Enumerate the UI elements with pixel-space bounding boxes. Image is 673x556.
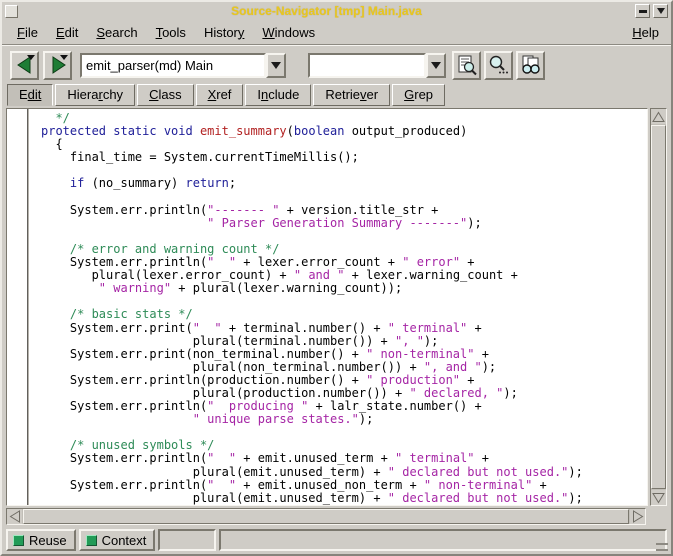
horizontal-scrollbar[interactable] — [6, 508, 646, 525]
triangle-down-icon — [652, 492, 665, 504]
menu-search[interactable]: Search — [87, 22, 146, 43]
menu-windows[interactable]: Windows — [253, 22, 324, 43]
symbol-combobox-dropdown[interactable] — [266, 53, 286, 78]
tab-class[interactable]: Class — [137, 84, 194, 106]
status-bar: Reuse Context — [2, 526, 671, 554]
context-checkbox-indicator — [86, 535, 97, 546]
app-window: Source-Navigator [tmp] Main.java FileEdi… — [0, 0, 673, 556]
code-line: if (no_summary) return; — [41, 177, 647, 190]
minimize-icon — [639, 10, 647, 13]
triangle-down-icon — [657, 8, 665, 14]
history-forward-button[interactable] — [43, 51, 72, 80]
search-combobox — [308, 53, 446, 78]
editor-left-margin — [7, 109, 29, 505]
tab-edit[interactable]: Edit — [7, 84, 53, 106]
tab-include[interactable]: Include — [245, 84, 311, 106]
code-line: plural(emit.unused_term) + " declared bu… — [41, 492, 647, 505]
tab-hierarchy[interactable]: Hierarchy — [55, 84, 135, 106]
horizontal-scrollbar-row — [6, 508, 667, 525]
title-bar[interactable]: Source-Navigator [tmp] Main.java — [2, 2, 671, 20]
history-back-button[interactable] — [10, 51, 39, 80]
window-menu-button[interactable] — [653, 4, 668, 18]
document-with-magnifier-icon — [455, 54, 478, 77]
reuse-label: Reuse — [29, 533, 67, 548]
window-title: Source-Navigator [tmp] Main.java — [21, 4, 632, 18]
chevron-down-icon — [431, 62, 441, 69]
editor: */protected static void emit_summary(boo… — [6, 108, 667, 506]
toolbar — [2, 46, 671, 84]
search-dialog-button[interactable] — [484, 51, 513, 80]
spectacles-over-documents-icon — [519, 54, 542, 77]
menu-history[interactable]: History — [195, 22, 253, 43]
menu-bar-items: FileEditSearchToolsHistoryWindows — [8, 22, 324, 43]
magnifier-with-dots-icon — [487, 54, 510, 77]
reuse-toggle[interactable]: Reuse — [6, 529, 76, 551]
chevron-down-icon — [271, 62, 281, 69]
symbol-combobox — [80, 53, 286, 78]
status-panel-left — [158, 529, 216, 551]
tab-retriever[interactable]: Retriever — [313, 84, 390, 106]
retriever-button[interactable] — [516, 51, 545, 80]
code-line: protected static void emit_summary(boole… — [41, 125, 647, 138]
code-line: " unique parse states."); — [41, 413, 647, 426]
triangle-left-icon — [9, 510, 21, 523]
text-frame: */protected static void emit_summary(boo… — [6, 108, 648, 506]
editor-view-button[interactable] — [452, 51, 481, 80]
triangle-right-icon — [632, 510, 644, 523]
vertical-scrollbar[interactable] — [650, 108, 667, 506]
scroll-up-button[interactable] — [651, 109, 666, 124]
vertical-scroll-thumb[interactable] — [651, 125, 666, 489]
dropdown-corner-icon — [27, 55, 35, 60]
scroll-right-button[interactable] — [630, 509, 645, 524]
menu-file[interactable]: File — [8, 22, 47, 43]
code-line: " warning" + plural(lexer.warning_count)… — [41, 282, 647, 295]
status-panel-message — [219, 529, 667, 551]
minimize-button[interactable] — [635, 4, 650, 18]
window-icon[interactable] — [5, 5, 18, 18]
horizontal-scroll-thumb[interactable] — [23, 509, 629, 524]
scroll-down-button[interactable] — [651, 490, 666, 505]
symbol-combobox-input[interactable] — [80, 53, 266, 78]
tab-xref[interactable]: Xref — [196, 84, 244, 106]
context-toggle[interactable]: Context — [79, 529, 156, 551]
menu-tools[interactable]: Tools — [147, 22, 195, 43]
search-combobox-dropdown[interactable] — [426, 53, 446, 78]
code-area[interactable]: */protected static void emit_summary(boo… — [29, 109, 647, 505]
code-line: " Parser Generation Summary -------"); — [41, 217, 647, 230]
context-label: Context — [102, 533, 147, 548]
search-combobox-input[interactable] — [308, 53, 426, 78]
menu-help[interactable]: Help — [626, 22, 665, 43]
dropdown-corner-icon — [60, 55, 68, 60]
reuse-checkbox-indicator — [13, 535, 24, 546]
tab-grep[interactable]: Grep — [392, 84, 445, 106]
menu-bar: FileEditSearchToolsHistoryWindows Help — [2, 20, 671, 44]
resize-grip[interactable] — [656, 543, 668, 551]
tab-bar: EditHierarchyClassXrefIncludeRetrieverGr… — [2, 84, 671, 106]
scroll-left-button[interactable] — [7, 509, 22, 524]
triangle-up-icon — [652, 111, 665, 123]
code-line: final_time = System.currentTimeMillis(); — [41, 151, 647, 164]
menu-edit[interactable]: Edit — [47, 22, 87, 43]
